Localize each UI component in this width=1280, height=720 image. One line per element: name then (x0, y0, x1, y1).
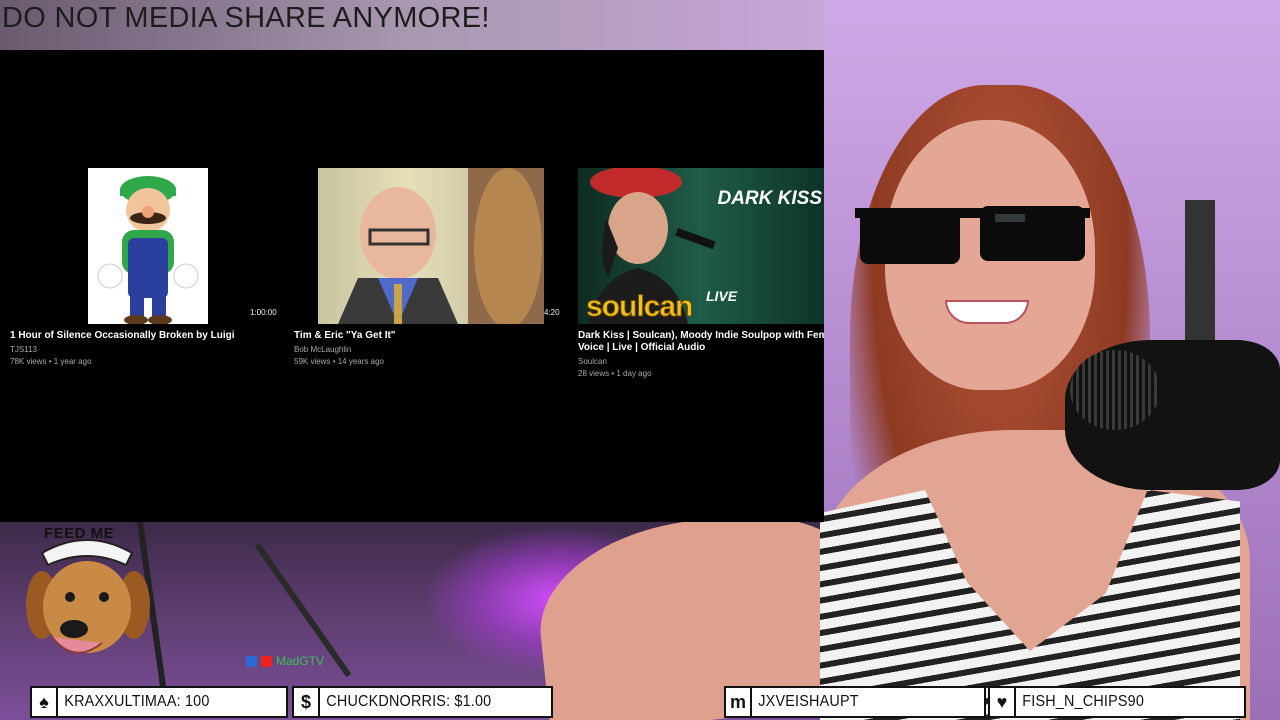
video-channel[interactable]: Soulcan (578, 357, 824, 366)
thumbnail-title-text: DARK KISS (717, 188, 822, 209)
watermark: MadGTV (246, 654, 324, 668)
sunglasses-icon (855, 206, 1090, 264)
video-thumbnail[interactable] (88, 168, 208, 324)
media-share-player[interactable]: 1:00:00 1 Hour of Silence Occasionally B… (0, 50, 824, 522)
video-meta: 78K views • 1 year ago (10, 357, 92, 366)
dog-icon (26, 539, 150, 654)
dog-sign-text: FEED ME (44, 525, 115, 542)
dollar-icon: $ (294, 688, 320, 716)
luigi-icon (97, 176, 199, 324)
video-title-line2: Voice | Live | Official Audio (578, 342, 706, 353)
microphone-mesh (1070, 350, 1160, 430)
thumbnail-live-text: LIVE (706, 288, 738, 304)
spade-icon: ♠ (32, 688, 58, 716)
mic-arm (1185, 200, 1215, 360)
video-views: 59K views (294, 357, 331, 366)
alert-text: CHUCKDNORRIS: $1.00 (326, 693, 492, 710)
video-title[interactable]: 1 Hour of Silence Occasionally Broken by… (10, 330, 290, 342)
video-channel[interactable]: TJS113 (10, 345, 290, 354)
video-card[interactable]: 1:00:00 1 Hour of Silence Occasionally B… (10, 168, 290, 366)
video-title[interactable]: Tim & Eric "Ya Get It" (294, 330, 544, 342)
video-views: 78K views (10, 357, 47, 366)
video-age: 1 year ago (53, 357, 92, 366)
record-icon (261, 655, 272, 667)
watermark-text: MadGTV (276, 654, 325, 668)
alert-bar: ♠ KRAXXULTIMAA: 100 (30, 686, 288, 718)
thumbnail-logo-text: soulcan (585, 290, 693, 324)
video-meta: 59K views • 14 years ago (294, 357, 384, 366)
video-thumbnail[interactable]: DARK KISS soulcan LIVE (578, 168, 824, 324)
streamer-smile (945, 300, 1029, 324)
video-card[interactable]: 4:20 Tim & Eric "Ya Get It" Bob McLaughl… (294, 168, 560, 366)
video-duration: 1:00:00 (250, 308, 277, 317)
alert-text: KRAXXULTIMAA: 100 (64, 693, 210, 710)
dog-emote: FEED ME (22, 525, 152, 675)
video-thumbnail[interactable] (318, 168, 544, 324)
alert-text: FISH_N_CHIPS90 (1022, 693, 1145, 710)
video-card[interactable]: DARK KISS soulcan LIVE Dark Kiss | Soulc… (578, 168, 824, 378)
alert-text: JXVEISHAUPT (758, 693, 859, 710)
m-icon (246, 655, 257, 667)
heart-icon: ♥ (990, 688, 1016, 716)
banner-title: DO NOT MEDIA SHARE ANYMORE! (2, 2, 490, 34)
top-banner: DO NOT MEDIA SHARE ANYMORE! (0, 0, 824, 50)
video-frame-image (338, 168, 544, 324)
alert-bar: $ CHUCKDNORRIS: $1.00 (292, 686, 553, 718)
video-views: 28 views (578, 369, 610, 378)
video-meta: 28 views • 1 day ago (578, 369, 652, 378)
video-age: 14 years ago (337, 357, 384, 366)
video-title-line1: Dark Kiss | Soulcan), Moody Indie Soulpo… (578, 330, 824, 341)
video-duration: 4:20 (544, 308, 560, 317)
video-title[interactable]: Dark Kiss | Soulcan), Moody Indie Soulpo… (578, 330, 824, 354)
video-age: 1 day ago (616, 369, 652, 378)
video-channel[interactable]: Bob McLaughlin (294, 345, 544, 354)
alert-bar: ♥ FISH_N_CHIPS90 (988, 686, 1246, 718)
m-icon: m (726, 688, 752, 716)
alert-bar: m JXVEISHAUPT (724, 686, 986, 718)
